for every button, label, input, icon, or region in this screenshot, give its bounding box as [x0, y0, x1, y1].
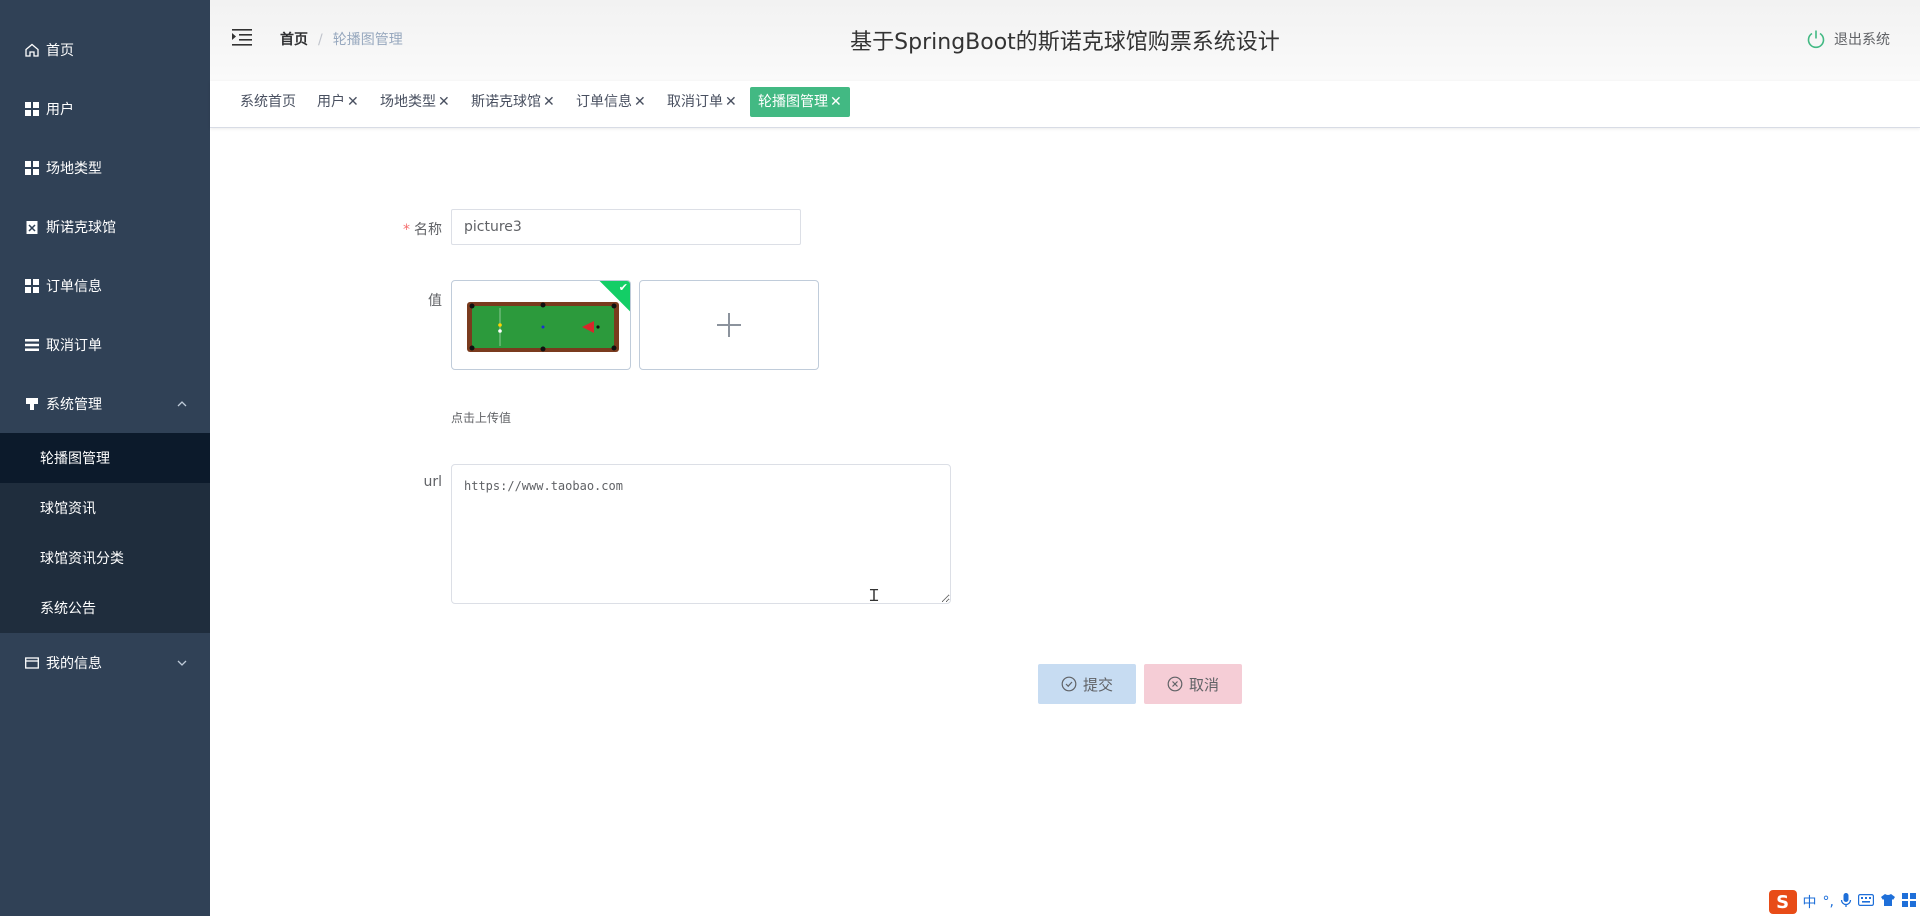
- sidebar-item-label: 首页: [46, 42, 74, 59]
- tag-label: 用户: [317, 94, 345, 110]
- grid-icon: [24, 160, 40, 176]
- sidebar-item-hall-news-category[interactable]: 球馆资讯分类: [0, 533, 210, 583]
- sidebar-item-label: 场地类型: [46, 160, 102, 177]
- name-label-text: 名称: [414, 222, 442, 238]
- sidebar-item-carousel-management[interactable]: 轮播图管理: [0, 433, 210, 483]
- submenu-item-label: 轮播图管理: [40, 451, 110, 467]
- sidebar-item-users[interactable]: 用户: [0, 79, 210, 138]
- sogou-logo[interactable]: S: [1768, 890, 1797, 914]
- close-icon[interactable]: ✕: [830, 94, 842, 110]
- uploaded-image-card[interactable]: ✔: [451, 280, 631, 370]
- tag-orders[interactable]: 订单信息 ✕: [576, 87, 646, 117]
- tag-users[interactable]: 用户 ✕: [317, 87, 359, 117]
- submenu-item-label: 球馆资讯: [40, 501, 96, 517]
- clipboard-icon: [24, 219, 40, 235]
- sidebar: 首页 用户 场地类型 斯诺克球馆 订单信息 取消订单 系统管理 轮播图管理 球馆…: [0, 0, 210, 916]
- sidebar-item-hall-news[interactable]: 球馆资讯: [0, 483, 210, 533]
- cancel-button[interactable]: 取消: [1144, 664, 1242, 704]
- sidebar-item-venue-type[interactable]: 场地类型: [0, 138, 210, 197]
- tags-view: 系统首页 用户 ✕ 场地类型 ✕ 斯诺克球馆 ✕ 订单信息 ✕ 取消订单 ✕ 轮播图管理 ✕: [210, 81, 1920, 128]
- sidebar-item-announcement[interactable]: 系统公告: [0, 583, 210, 633]
- close-icon[interactable]: ✕: [634, 94, 646, 110]
- tag-label: 订单信息: [576, 94, 632, 110]
- close-circle-icon: [1167, 676, 1183, 692]
- card-icon: [24, 655, 40, 671]
- sidebar-item-orders[interactable]: 订单信息: [0, 256, 210, 315]
- close-icon[interactable]: ✕: [438, 94, 450, 110]
- grid-icon: [24, 278, 40, 294]
- close-icon[interactable]: ✕: [725, 94, 737, 110]
- tag-label: 取消订单: [667, 94, 723, 110]
- submit-label: 提交: [1082, 675, 1113, 694]
- app-title: 基于SpringBoot的斯诺克球馆购票系统设计: [850, 30, 1280, 55]
- tag-carousel-management[interactable]: 轮播图管理 ✕: [750, 87, 850, 117]
- plus-icon: [717, 313, 741, 337]
- sidebar-item-label: 我的信息: [46, 655, 102, 672]
- url-label: url: [423, 474, 442, 490]
- tag-label: 场地类型: [380, 94, 436, 110]
- sidebar-item-label: 取消订单: [46, 337, 102, 354]
- tag-label: 系统首页: [240, 94, 296, 110]
- text-cursor-icon: Ｉ: [866, 586, 883, 605]
- sidebar-item-label: 订单信息: [46, 278, 102, 295]
- stamp-icon: [24, 396, 40, 412]
- tag-label: 轮播图管理: [758, 94, 828, 110]
- upload-add-button[interactable]: [639, 280, 819, 370]
- sidebar-item-system-management[interactable]: 系统管理: [0, 374, 210, 433]
- name-label: * 名称: [380, 219, 442, 239]
- check-circle-icon: [1061, 676, 1077, 692]
- submenu-item-label: 系统公告: [40, 601, 96, 617]
- logout-label: 退出系统: [1834, 32, 1890, 48]
- value-label: 值: [428, 293, 442, 309]
- tag-snooker-hall[interactable]: 斯诺克球馆 ✕: [471, 87, 555, 117]
- logout-button[interactable]: 退出系统: [1806, 29, 1890, 49]
- sidebar-item-label: 系统管理: [46, 396, 102, 413]
- skin-icon[interactable]: [1880, 893, 1896, 911]
- keyboard-icon[interactable]: [1858, 894, 1875, 910]
- submit-button[interactable]: 提交: [1038, 664, 1136, 704]
- required-mark: *: [403, 222, 410, 238]
- tag-system-home[interactable]: 系统首页: [240, 87, 296, 117]
- apps-grid-icon[interactable]: [1902, 893, 1916, 911]
- power-icon: [1807, 30, 1825, 49]
- ime-lang[interactable]: 中: [1803, 892, 1817, 912]
- snooker-table-image: [467, 302, 619, 352]
- top-header: 首页 / 轮播图管理 基于SpringBoot的斯诺克球馆购票系统设计 退出系统: [210, 0, 1920, 81]
- sidebar-item-home[interactable]: 首页: [0, 20, 210, 79]
- submenu-item-label: 球馆资讯分类: [40, 551, 124, 567]
- name-input[interactable]: [451, 209, 801, 245]
- check-icon: ✔: [618, 281, 628, 294]
- chevron-up-icon: [176, 398, 188, 414]
- sidebar-item-label: 斯诺克球馆: [46, 219, 116, 236]
- sidebar-item-label: 用户: [46, 101, 74, 118]
- home-icon: [24, 42, 40, 58]
- microphone-icon[interactable]: [1840, 892, 1852, 912]
- close-icon[interactable]: ✕: [543, 94, 555, 110]
- grid-icon: [24, 101, 40, 117]
- cancel-label: 取消: [1188, 675, 1219, 694]
- sidebar-item-cancel-orders[interactable]: 取消订单: [0, 315, 210, 374]
- tag-label: 斯诺克球馆: [471, 94, 541, 110]
- sidebar-item-snooker-hall[interactable]: 斯诺克球馆: [0, 197, 210, 256]
- system-submenu: 轮播图管理 球馆资讯 球馆资讯分类 系统公告: [0, 433, 210, 633]
- sidebar-item-my-info[interactable]: 我的信息: [0, 633, 210, 692]
- list-icon: [24, 337, 40, 353]
- ime-toolbar: S 中 °,: [1768, 888, 1920, 916]
- tag-venue-type[interactable]: 场地类型 ✕: [380, 87, 450, 117]
- upload-hint: 点击上传值: [451, 411, 512, 425]
- tag-cancel-orders[interactable]: 取消订单 ✕: [667, 87, 737, 117]
- punctuation-icon[interactable]: °,: [1823, 894, 1834, 910]
- chevron-down-icon: [176, 657, 188, 673]
- close-icon[interactable]: ✕: [347, 94, 359, 110]
